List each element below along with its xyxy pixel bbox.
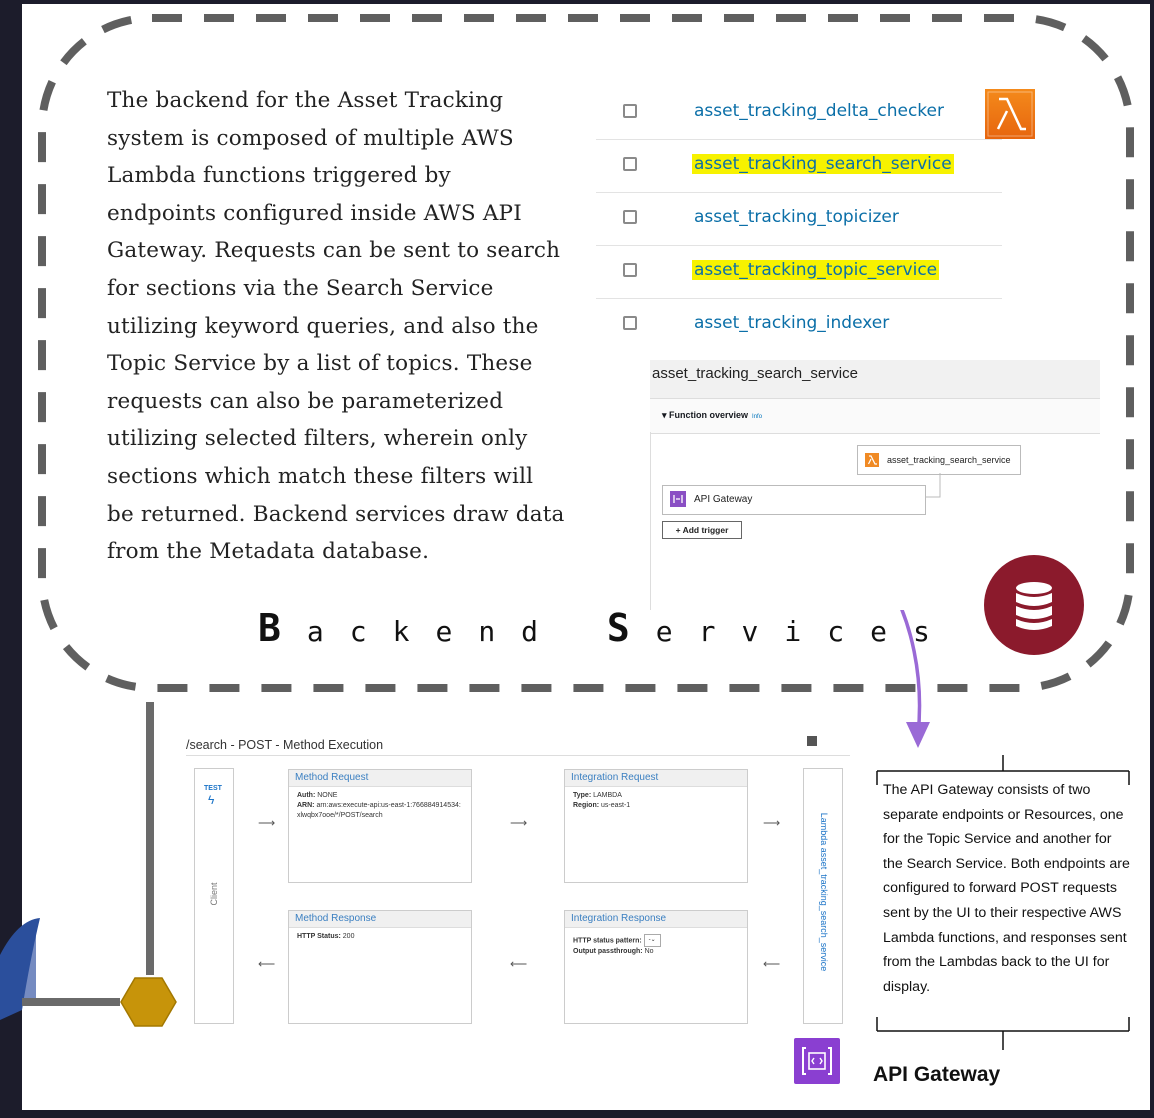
section-title: Backend Services: [258, 606, 956, 650]
left-arrow: ⟵: [510, 957, 528, 971]
function-overview-toggle[interactable]: ▾ Function overview Info: [662, 410, 762, 421]
function-node[interactable]: asset_tracking_search_service: [857, 445, 1021, 475]
row-checkbox[interactable]: [623, 104, 637, 118]
section-title-cap: B: [258, 606, 307, 650]
pattern-label: HTTP status pattern:: [573, 937, 642, 945]
section-title-rest: ervices: [655, 615, 956, 648]
row-checkbox[interactable]: [623, 210, 637, 224]
method-response-header[interactable]: Method Response: [289, 911, 471, 928]
test-link[interactable]: TEST: [204, 785, 222, 792]
section-title-rest: ackend: [306, 615, 565, 648]
lambda-function-link[interactable]: asset_tracking_topicizer: [694, 207, 899, 227]
lambda-icon: [865, 453, 879, 467]
right-arrow: ⟶: [510, 816, 528, 830]
left-arrow: ⟵: [763, 957, 781, 971]
lightning-icon: ϟ: [208, 793, 215, 807]
intro-paragraph: The backend for the Asset Tracking syste…: [107, 88, 565, 565]
method-execution-title: /search - POST - Method Execution: [186, 738, 384, 752]
lambda-function-list: asset_tracking_delta_checker asset_track…: [596, 87, 1002, 351]
method-request-header[interactable]: Method Request: [289, 770, 471, 787]
integration-response-body: HTTP status pattern: -⌄ Output passthrou…: [565, 928, 747, 961]
arn-value: arn:aws:execute-api:us-east-1:7668849145…: [297, 802, 461, 819]
pattern-value: -: [648, 937, 651, 943]
api-gateway-label: API Gateway: [873, 1063, 1001, 1086]
info-link[interactable]: Info: [752, 414, 762, 420]
row-checkbox[interactable]: [623, 263, 637, 277]
function-node-label: asset_tracking_search_service: [887, 455, 1011, 465]
integration-request-body: Type: LAMBDA Region: us-east-1: [565, 787, 747, 815]
lambda-row[interactable]: asset_tracking_delta_checker: [596, 87, 1002, 140]
integration-response-header[interactable]: Integration Response: [565, 911, 747, 928]
row-checkbox[interactable]: [623, 316, 637, 330]
status-pattern-select[interactable]: -⌄: [643, 934, 661, 947]
add-trigger-button[interactable]: + Add trigger: [662, 521, 742, 539]
type-value: LAMBDA: [593, 792, 622, 799]
method-request-box[interactable]: Method Request Auth: NONE ARN: arn:aws:e…: [288, 769, 472, 883]
function-overview-label: Function overview: [669, 410, 749, 420]
database-icon: [984, 555, 1084, 655]
lambda-function-link[interactable]: asset_tracking_topic_service: [692, 260, 940, 280]
right-arrow: ⟶: [763, 816, 781, 830]
book-icon[interactable]: [807, 736, 817, 746]
passthrough-value: No: [644, 948, 654, 955]
method-response-body: HTTP Status: 200: [289, 928, 471, 946]
function-title-bar: asset_tracking_search_service: [650, 360, 1100, 398]
divider: [186, 755, 850, 756]
lambda-function-link[interactable]: asset_tracking_delta_checker: [694, 101, 944, 121]
lambda-row[interactable]: asset_tracking_indexer: [596, 299, 1002, 351]
type-label: Type:: [573, 792, 592, 799]
left-arrow: ⟵: [258, 957, 276, 971]
connector-line: [924, 473, 941, 498]
lambda-function-link[interactable]: asset_tracking_indexer: [694, 313, 889, 333]
client-column[interactable]: TEST ϟ Client: [194, 768, 234, 1024]
method-request-body: Auth: NONE ARN: arn:aws:execute-api:us-e…: [289, 787, 471, 825]
integration-request-box[interactable]: Integration Request Type: LAMBDA Region:…: [564, 769, 748, 883]
auth-label: Auth:: [297, 792, 316, 799]
lambda-column[interactable]: Lambda asset_tracking_search_service: [803, 768, 843, 1024]
trigger-node[interactable]: API Gateway: [662, 485, 926, 515]
section-title-cap: S: [606, 606, 656, 650]
trigger-label: API Gateway: [694, 494, 753, 505]
lambda-row[interactable]: asset_tracking_topicizer: [596, 193, 1002, 246]
status-value: 200: [342, 933, 355, 940]
status-label: HTTP Status:: [297, 933, 341, 940]
lambda-icon: [985, 89, 1035, 139]
function-title: asset_tracking_search_service: [652, 365, 858, 382]
lambda-row[interactable]: asset_tracking_topic_service: [596, 246, 1002, 299]
client-label: Client: [209, 882, 219, 906]
lambda-target-link[interactable]: Lambda asset_tracking_search_service: [819, 782, 829, 1002]
api-gateway-description: The API Gateway consists of two separate…: [883, 782, 1130, 995]
arn-label: ARN:: [297, 802, 315, 809]
row-checkbox[interactable]: [623, 157, 637, 171]
method-response-box[interactable]: Method Response HTTP Status: 200: [288, 910, 472, 1024]
api-gateway-icon: [794, 1038, 840, 1084]
passthrough-label: Output passthrough:: [573, 948, 643, 955]
panel-divider: [650, 432, 651, 610]
integration-request-header[interactable]: Integration Request: [565, 770, 747, 787]
lambda-function-link[interactable]: asset_tracking_search_service: [692, 154, 954, 174]
integration-response-box[interactable]: Integration Response HTTP status pattern…: [564, 910, 748, 1024]
api-gateway-icon: [670, 491, 686, 507]
auth-value: NONE: [317, 792, 338, 799]
region-value: us-east-1: [601, 802, 631, 809]
lambda-row[interactable]: asset_tracking_search_service: [596, 140, 1002, 193]
right-arrow: ⟶: [258, 816, 276, 830]
region-label: Region:: [573, 802, 600, 809]
function-overview-header[interactable]: ▾ Function overview Info: [650, 398, 1100, 434]
hexagon-connector: [120, 977, 177, 1027]
